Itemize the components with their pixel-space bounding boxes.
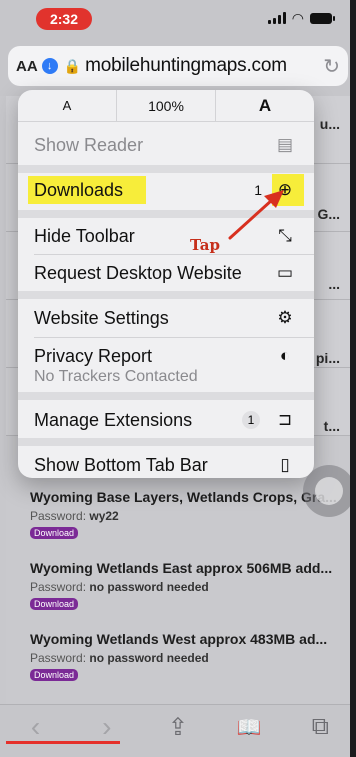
assistive-touch-button[interactable] [303, 465, 355, 517]
tabs-icon[interactable]: ⧉ [300, 713, 340, 741]
share-icon[interactable]: ⇪ [158, 713, 198, 742]
bookmarks-icon[interactable]: 📖 [229, 715, 269, 740]
bottom-toolbar: ‹ › ⇪ 📖 ⧉ [0, 704, 356, 757]
forward-button[interactable]: › [87, 711, 127, 743]
tap-arrow-icon [228, 190, 284, 240]
device-frame-edge [350, 0, 356, 757]
page-load-progress [6, 741, 120, 744]
back-button[interactable]: ‹ [16, 711, 56, 743]
safari-screen: 2:32 ◠ AA ↓ 🔒 mobilehuntingmaps.com ↻ u.… [0, 0, 356, 757]
